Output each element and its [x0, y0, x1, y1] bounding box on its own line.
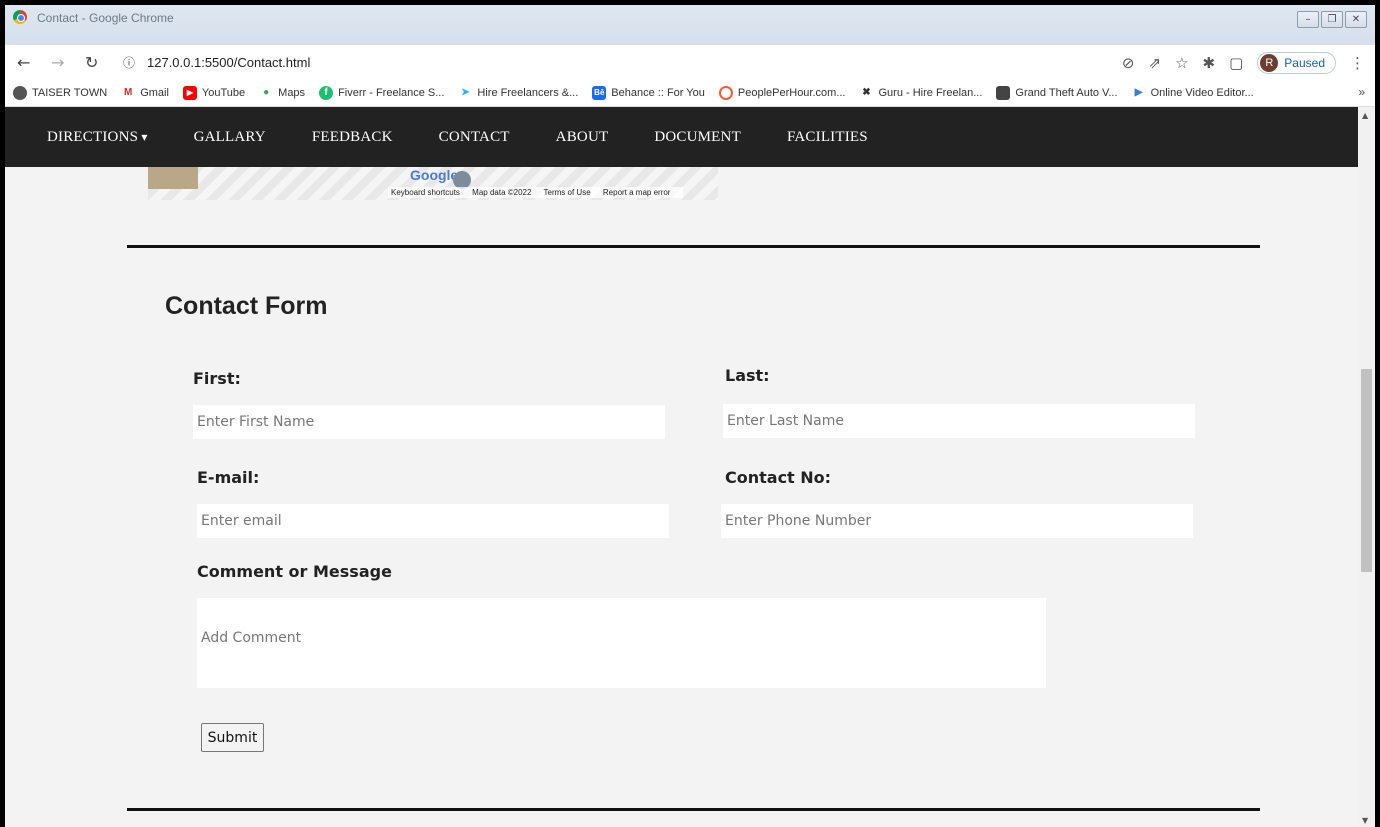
map-thumbnail: [148, 167, 198, 189]
globe-icon: [13, 85, 27, 100]
bookmark-item[interactable]: ✖ Guru - Hire Freelan...: [860, 86, 983, 100]
forward-arrow-icon[interactable]: →: [51, 53, 64, 72]
fiverr-icon: f: [319, 85, 334, 100]
bookmark-label: Hire Freelancers &...: [477, 86, 579, 99]
freelancer-icon: ➤: [461, 86, 470, 98]
gmail-icon: M: [124, 86, 133, 98]
bookmark-label: Gmail: [140, 86, 169, 99]
nav-about[interactable]: ABOUT: [556, 129, 609, 146]
nav-contact[interactable]: CONTACT: [439, 129, 510, 146]
bookmark-label: Behance :: For You: [611, 86, 705, 99]
first-name-label: First:: [193, 369, 241, 388]
title-bar: Contact - Google Chrome – ❐ ✕: [5, 5, 1375, 45]
toolbar-actions: ⊘ ⇗ ☆ ✱ ▢ R Paused ⋮: [1122, 52, 1365, 74]
submit-button[interactable]: Submit: [201, 723, 264, 752]
address-bar-row: ← → ↻ ⓘ 127.0.0.1:5500/Contact.html ⊘ ⇗ …: [5, 45, 1375, 79]
maps-icon: ●: [263, 86, 270, 98]
close-icon[interactable]: ✕: [1345, 11, 1367, 28]
url-text[interactable]: 127.0.0.1:5500/Contact.html: [147, 55, 310, 70]
section-divider: [127, 808, 1260, 811]
profile-status: Paused: [1284, 56, 1325, 70]
scroll-down-icon[interactable]: ▼: [1362, 816, 1368, 825]
bookmark-item[interactable]: Bē Behance :: For You: [592, 85, 705, 100]
embedded-map[interactable]: Google Keyboard shortcuts Map data ©2022…: [148, 167, 718, 200]
bookmark-label: YouTube: [201, 86, 246, 99]
chrome-logo-icon: [13, 10, 27, 24]
page-scrollbar[interactable]: ▲ ▼: [1358, 107, 1375, 827]
youtube-icon: ▶: [182, 85, 197, 100]
guru-icon: ✖: [862, 86, 871, 98]
window-title: Contact - Google Chrome: [37, 11, 174, 25]
minimize-icon[interactable]: –: [1297, 11, 1319, 28]
nav-feedback[interactable]: FEEDBACK: [312, 129, 393, 146]
restore-icon[interactable]: ❐: [1321, 11, 1343, 28]
map-data-credit: Map data ©2022: [472, 188, 532, 197]
page-title: Contact Form: [165, 292, 328, 320]
bookmark-label: Grand Theft Auto V...: [1015, 86, 1118, 99]
map-terms-link[interactable]: Terms of Use: [544, 188, 591, 197]
avatar: R: [1260, 54, 1279, 72]
nav-gallary[interactable]: GALLARY: [194, 129, 266, 146]
profile-button[interactable]: R Paused: [1257, 52, 1336, 74]
browser-window: Contact - Google Chrome – ❐ ✕ ← → ↻ ⓘ 12…: [5, 5, 1375, 827]
google-logo: Google: [410, 167, 459, 183]
window-controls: – ❐ ✕: [1297, 11, 1367, 28]
email-field[interactable]: [197, 504, 669, 538]
menu-kebab-icon[interactable]: ⋮: [1350, 54, 1365, 72]
extensions-icon[interactable]: ✱: [1203, 54, 1216, 72]
map-footer: Keyboard shortcuts Map data ©2022 Terms …: [388, 187, 684, 198]
reload-icon[interactable]: ↻: [85, 53, 98, 72]
side-panel-icon[interactable]: ▢: [1229, 54, 1243, 72]
bookmark-label: PeoplePerHour.com...: [737, 86, 846, 99]
map-report-error[interactable]: Report a map error: [603, 188, 671, 197]
bookmark-item[interactable]: ▶ YouTube: [182, 85, 246, 100]
comment-label: Comment or Message: [197, 562, 392, 581]
bookmark-item[interactable]: M Gmail: [121, 86, 169, 100]
video-editor-icon: ▶: [1134, 86, 1143, 98]
site-navbar: DIRECTIONS GALLARY FEEDBACK CONTACT ABOU…: [5, 107, 1358, 167]
bookmark-item[interactable]: ▶ Online Video Editor...: [1132, 86, 1254, 100]
back-arrow-icon[interactable]: ←: [17, 53, 30, 72]
bookmark-label: TAISER TOWN: [32, 86, 108, 99]
page-viewport: DIRECTIONS GALLARY FEEDBACK CONTACT ABOU…: [5, 107, 1375, 827]
nav-facilities[interactable]: FACILITIES: [787, 129, 868, 146]
bookmark-item[interactable]: PeoplePerHour.com...: [718, 85, 846, 100]
comment-textarea[interactable]: [197, 598, 1046, 688]
bookmark-label: Maps: [278, 86, 306, 99]
bookmarks-bar: TAISER TOWN M Gmail ▶ YouTube ● Maps f Fiver…: [5, 79, 1375, 107]
last-name-label: Last:: [725, 366, 770, 385]
email-label: E-mail:: [197, 468, 260, 487]
first-name-input[interactable]: [193, 405, 665, 439]
star-icon[interactable]: ☆: [1175, 54, 1188, 72]
more-bookmarks-icon[interactable]: »: [1358, 85, 1365, 99]
bookmark-item[interactable]: f Fiverr - Freelance S...: [319, 85, 445, 100]
pph-icon: [718, 85, 733, 100]
behance-icon: Bē: [592, 85, 607, 100]
phone-field[interactable]: [721, 504, 1193, 538]
gta-icon: [996, 85, 1011, 100]
section-divider: [127, 245, 1260, 248]
scroll-up-icon[interactable]: ▲: [1362, 111, 1368, 120]
last-name-input[interactable]: [723, 404, 1195, 438]
scrollbar-thumb[interactable]: [1361, 369, 1372, 572]
contact-number-label: Contact No:: [725, 468, 832, 487]
bookmark-item[interactable]: TAISER TOWN: [13, 85, 108, 100]
nav-directions[interactable]: DIRECTIONS: [47, 129, 148, 146]
bookmark-item[interactable]: ● Maps: [259, 86, 305, 100]
bookmark-label: Fiverr - Freelance S...: [338, 86, 445, 99]
bookmark-item[interactable]: ➤ Hire Freelancers &...: [458, 86, 578, 100]
map-keyboard-shortcuts[interactable]: Keyboard shortcuts: [391, 188, 460, 197]
share-icon[interactable]: ⇗: [1149, 54, 1162, 72]
site-info-icon[interactable]: ⓘ: [123, 54, 135, 71]
bookmark-item[interactable]: Grand Theft Auto V...: [996, 85, 1118, 100]
bookmark-label: Guru - Hire Freelan...: [878, 86, 983, 99]
nav-document[interactable]: DOCUMENT: [654, 129, 741, 146]
bookmark-label: Online Video Editor...: [1150, 86, 1254, 99]
eye-off-icon[interactable]: ⊘: [1122, 54, 1135, 72]
